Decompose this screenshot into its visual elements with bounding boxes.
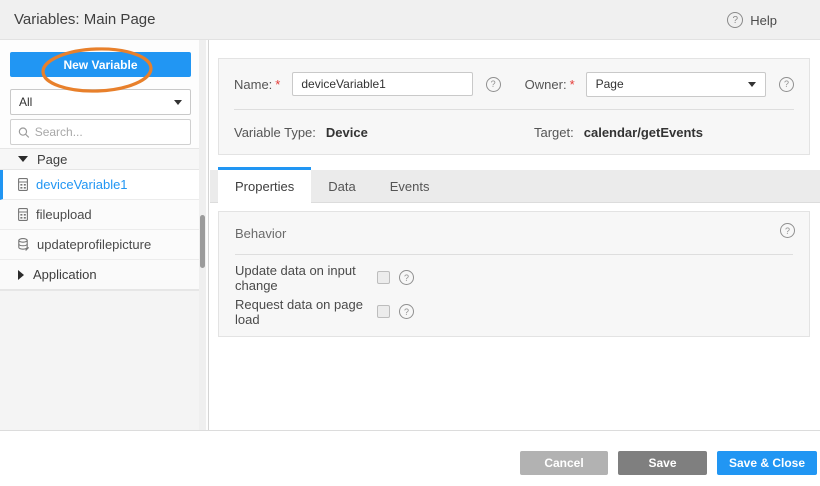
help-button[interactable]: ? Help xyxy=(727,0,777,40)
expand-caret-icon xyxy=(18,270,24,280)
tree-item-devicevariable1[interactable]: deviceVariable1 xyxy=(0,170,202,200)
behavior-help-icon[interactable]: ? xyxy=(780,223,795,238)
new-variable-button[interactable]: New Variable xyxy=(10,52,191,77)
sidebar-scrollbar-thumb[interactable] xyxy=(200,215,205,268)
update-data-label: Update data on input change xyxy=(235,263,377,293)
variable-type-value: Device xyxy=(326,125,368,140)
cancel-button[interactable]: Cancel xyxy=(520,451,608,475)
search-icon xyxy=(18,126,30,139)
dropdown-caret-icon xyxy=(748,82,756,87)
owner-select[interactable]: Page xyxy=(586,72,766,97)
tree-group-page[interactable]: Page xyxy=(0,148,202,170)
request-data-checkbox[interactable] xyxy=(377,305,390,318)
search-input[interactable] xyxy=(35,125,183,139)
update-data-help-icon[interactable]: ? xyxy=(399,270,414,285)
name-owner-row: Name:* ? Owner:* Page ? xyxy=(234,71,794,97)
tab-properties[interactable]: Properties xyxy=(218,167,311,203)
help-label: Help xyxy=(750,13,777,28)
filter-selected-value: All xyxy=(19,95,32,109)
owner-selected-value: Page xyxy=(596,77,624,91)
target-group: Target: calendar/getEvents xyxy=(534,125,703,140)
target-label: Target: xyxy=(534,125,574,140)
name-input[interactable] xyxy=(292,72,472,96)
required-asterisk: * xyxy=(275,77,280,92)
tab-events[interactable]: Events xyxy=(373,170,447,203)
dropdown-caret-icon xyxy=(174,100,182,105)
tree-item-label: updateprofilepicture xyxy=(37,237,151,252)
variable-detail-panel: Name:* ? Owner:* Page ? Variable Type: D… xyxy=(210,40,820,430)
save-and-close-button[interactable]: Save & Close xyxy=(717,451,817,475)
variable-filter-select[interactable]: All xyxy=(10,89,191,115)
owner-label: Owner:* xyxy=(525,77,575,92)
save-button[interactable]: Save xyxy=(618,451,707,475)
variables-sidebar: New Variable All Page deviceV xyxy=(0,40,209,430)
owner-help-icon[interactable]: ? xyxy=(779,77,794,92)
card-divider xyxy=(234,109,794,110)
tab-data[interactable]: Data xyxy=(311,170,372,203)
name-help-icon[interactable]: ? xyxy=(486,77,501,92)
behavior-section: Behavior ? Update data on input change ?… xyxy=(218,211,810,337)
variable-search[interactable] xyxy=(10,119,191,145)
sidebar-scrollbar[interactable] xyxy=(199,40,206,430)
help-icon: ? xyxy=(727,12,743,28)
tree-item-updateprofilepicture[interactable]: updateprofilepicture xyxy=(0,230,202,260)
required-asterisk: * xyxy=(570,77,575,92)
tree-item-fileupload[interactable]: fileupload xyxy=(0,200,202,230)
variables-tree: Page deviceVariable1 fileuploa xyxy=(0,148,202,290)
request-data-help-icon[interactable]: ? xyxy=(399,304,414,319)
tree-group-application[interactable]: Application xyxy=(0,260,202,290)
tree-item-label: deviceVariable1 xyxy=(36,177,128,192)
behavior-divider xyxy=(235,254,793,255)
sidebar-empty-area xyxy=(0,290,202,430)
detail-tab-bar: Properties Data Events xyxy=(210,170,820,203)
behavior-title: Behavior xyxy=(235,226,286,241)
update-data-checkbox[interactable] xyxy=(377,271,390,284)
tree-group-label: Page xyxy=(37,152,67,167)
device-variable-icon xyxy=(18,178,28,191)
service-variable-icon xyxy=(18,238,29,251)
tree-group-label: Application xyxy=(33,267,97,282)
update-data-row: Update data on input change ? xyxy=(235,270,809,285)
type-target-row: Variable Type: Device Target: calendar/g… xyxy=(234,121,794,143)
page-title: Variables: Main Page xyxy=(14,0,155,40)
name-label: Name:* xyxy=(234,77,280,92)
device-variable-icon xyxy=(18,208,28,221)
variable-summary-card: Name:* ? Owner:* Page ? Variable Type: D… xyxy=(218,58,810,155)
tree-item-label: fileupload xyxy=(36,207,92,222)
request-data-label: Request data on page load xyxy=(235,297,377,327)
dialog-footer: Cancel Save Save & Close xyxy=(0,430,820,486)
collapse-caret-icon xyxy=(18,156,28,162)
variable-type-label: Variable Type: xyxy=(234,125,316,140)
behavior-title-row: Behavior ? xyxy=(219,212,809,243)
request-data-row: Request data on page load ? xyxy=(235,304,809,319)
target-value: calendar/getEvents xyxy=(584,125,703,140)
dialog-header: Variables: Main Page ? Help xyxy=(0,0,820,40)
